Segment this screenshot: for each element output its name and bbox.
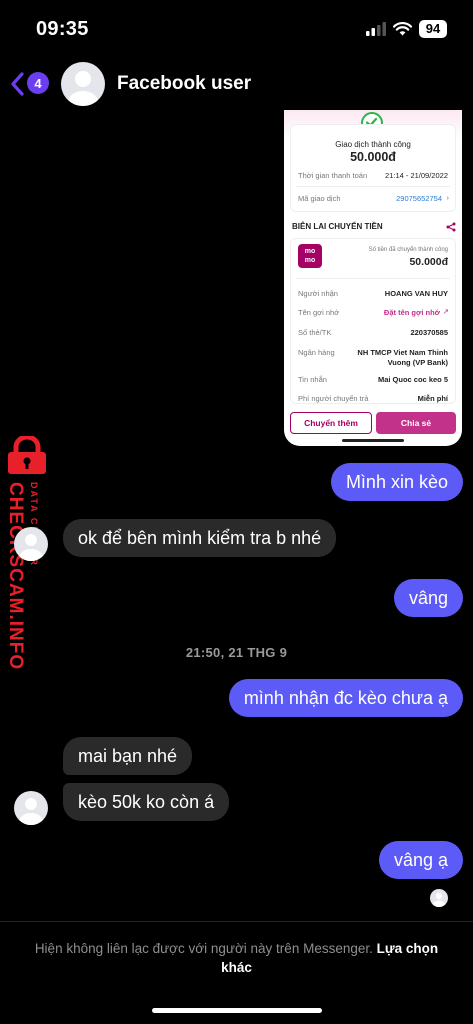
default-user-icon	[19, 798, 43, 825]
receipt-divider	[296, 278, 450, 279]
default-user-icon	[68, 71, 98, 106]
status-icons: 94	[366, 20, 447, 38]
contact-name[interactable]: Facebook user	[117, 73, 251, 95]
back-arrow-icon[interactable]	[8, 70, 28, 98]
message-bubble-received[interactable]: ok để bên mình kiểm tra b nhé	[63, 519, 337, 557]
footer-divider	[0, 921, 473, 922]
message-bubble-sent[interactable]: Mình xin kèo	[330, 463, 463, 501]
battery-indicator: 94	[419, 20, 447, 38]
transfer-more-button: Chuyển thêm	[290, 412, 372, 434]
unavailable-notice: Hiện không liên lạc được với người này t…	[30, 939, 443, 977]
home-indicator	[152, 1008, 322, 1013]
edit-icon: ↗	[442, 307, 449, 316]
receipt-row-value: 220370585	[410, 328, 448, 337]
receipt-row-label: Tên gợi nhớ	[298, 308, 340, 317]
receipt-row-value: Mai Quoc coc keo 5	[377, 375, 448, 384]
seen-receipt-avatar	[430, 889, 448, 907]
message-bubble-sent[interactable]: vâng	[393, 579, 463, 617]
attached-receipt-image[interactable]: Giao dịch thành công 50.000đ Thời gian t…	[284, 110, 462, 446]
pay-time-label: Thời gian thanh toán	[298, 171, 368, 180]
default-user-icon	[19, 534, 43, 561]
conversation-header: 4 Facebook user	[0, 56, 473, 112]
status-bar: 09:35 94	[0, 0, 473, 50]
receipt-section-title: BIÊN LAI CHUYỂN TIỀN	[292, 222, 383, 231]
unread-count-badge: 4	[27, 72, 49, 94]
transferred-label: Số tiền đã chuyển thành công	[368, 247, 448, 253]
chevron-right-icon: ›	[446, 193, 450, 202]
message-bubble-sent[interactable]: vâng ạ	[378, 841, 463, 879]
share-icon	[446, 222, 456, 232]
transferred-amount: 50.000đ	[409, 256, 448, 268]
receipt-row-label: Tin nhắn	[298, 375, 327, 384]
receipt-amount: 50.000đ	[350, 150, 396, 164]
status-time: 09:35	[36, 18, 89, 40]
receipt-divider	[296, 186, 450, 187]
message-bubble-received[interactable]: mai bạn nhé	[63, 737, 193, 775]
message-bubble-received[interactable]: kèo 50k ko còn á	[63, 783, 230, 821]
receipt-row-value: Đặt tên gợi nhớ	[383, 308, 440, 317]
receipt-row-label: Phí người chuyển trả	[298, 394, 369, 403]
message-timestamp: 21:50, 21 THG 9	[185, 645, 288, 660]
receipt-row-label: Số thẻ/TK	[298, 328, 332, 337]
default-user-icon	[432, 892, 446, 907]
contact-avatar[interactable]	[61, 62, 105, 106]
pay-time-value: 21:14 - 21/09/2022	[385, 171, 448, 180]
share-button: Chia sẻ	[376, 412, 456, 434]
signal-icon	[366, 22, 386, 36]
receipt-row-label: Ngân hàng	[298, 348, 335, 357]
receipt-home-indicator	[342, 439, 404, 442]
receipt-row-value: HOANG VAN HUY	[384, 289, 448, 298]
tx-code-label: Mã giao dịch	[298, 194, 341, 203]
message-bubble-sent[interactable]: mình nhận đc kèo chưa ạ	[228, 679, 463, 717]
contact-avatar-small[interactable]	[14, 527, 48, 561]
wifi-icon	[393, 22, 412, 36]
momo-logo: mo mo	[298, 244, 322, 268]
receipt-row-label: Người nhận	[298, 289, 338, 298]
receipt-row-value: Miễn phí	[417, 394, 448, 403]
lock-icon	[8, 436, 46, 474]
receipt-status-title: Giao dịch thành công	[335, 140, 411, 149]
tx-code-value: 29075652754	[396, 194, 442, 203]
unavailable-notice-text: Hiện không liên lạc được với người này t…	[34, 941, 373, 956]
contact-avatar-small[interactable]	[14, 791, 48, 825]
receipt-row-value: NH TMCP Viet Nam Thinh Vuong (VP Bank)	[357, 348, 448, 367]
watermark-line2: CHECKSCAM.INFO	[5, 482, 26, 671]
